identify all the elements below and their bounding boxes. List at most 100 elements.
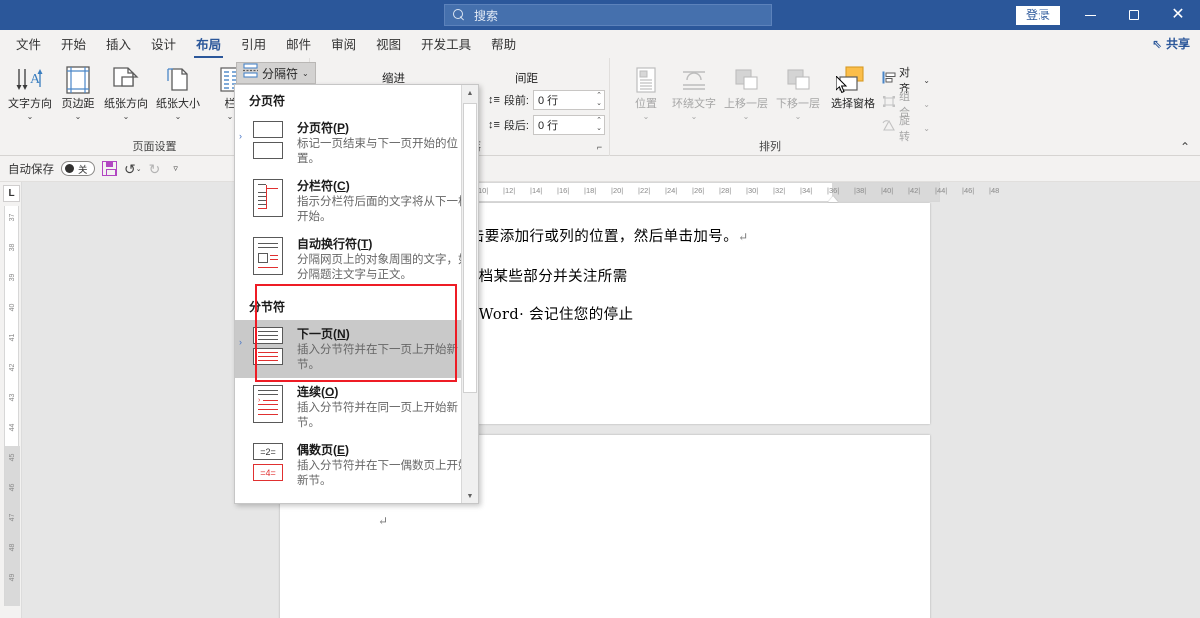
spacing-before-input[interactable]: 0 行 ⌃ ⌄: [532, 90, 605, 110]
chevron-down-icon[interactable]: ⌄: [923, 76, 930, 85]
hover-arrow-icon: ›: [239, 131, 242, 141]
title-bar: 文档2 - Word 搜索 登录 ✕: [0, 0, 1200, 30]
tab-file[interactable]: 文件: [6, 32, 51, 58]
spacing-after-input[interactable]: 0 行 ⌃ ⌄: [532, 115, 605, 135]
save-icon: [102, 161, 117, 176]
breaks-button[interactable]: 分隔符 ⌄: [236, 62, 316, 84]
wrap-text-icon: [678, 62, 710, 98]
menu-item-description: 分隔网页上的对象周围的文字，如分隔题注文字与正文。: [297, 254, 470, 281]
chevron-down-icon[interactable]: ⌄: [302, 69, 309, 78]
vruler-tick: 41: [9, 333, 16, 342]
menu-item-description: 标记一页结束与下一页开始的位置。: [297, 138, 458, 165]
chevron-down-icon[interactable]: ⌄: [136, 165, 142, 173]
tab-home[interactable]: 开始: [51, 32, 96, 58]
chevron-down-icon[interactable]: ⌄: [643, 112, 650, 121]
tab-references[interactable]: 引用: [231, 32, 276, 58]
paragraph-dialog-launcher[interactable]: ⌐: [594, 142, 605, 153]
chevron-down-icon[interactable]: ⌄: [175, 112, 182, 121]
menu-scrollbar-thumb[interactable]: [463, 103, 477, 393]
customize-qat-button[interactable]: ▿: [173, 163, 178, 174]
redo-button[interactable]: ↻: [149, 162, 161, 176]
chevron-down-icon[interactable]: ⌄: [923, 124, 930, 133]
vruler-tick: 48: [9, 543, 16, 552]
spacing-before-stepper[interactable]: ⌃ ⌄: [596, 92, 602, 108]
paper-size-icon: [163, 62, 193, 98]
chevron-down-icon[interactable]: ⌄: [27, 112, 34, 121]
chevron-down-icon[interactable]: ⌄: [743, 112, 750, 121]
space-after-icon: ↕≡: [488, 119, 500, 131]
hruler-tick: |28|: [719, 186, 732, 195]
maximize-button[interactable]: [1112, 0, 1156, 30]
share-button[interactable]: ⇗ 共享: [1152, 35, 1190, 52]
menu-item-text-wrapping-break[interactable]: 自动换行符(T) 分隔网页上的对象周围的文字，如分隔题注文字与正文。: [235, 230, 478, 288]
selection-pane-button[interactable]: 选择窗格: [824, 62, 882, 111]
text-direction-button[interactable]: A 文字方向 ⌄: [4, 62, 56, 121]
scroll-up-arrow[interactable]: ▲: [462, 85, 478, 102]
chevron-down-icon[interactable]: ⌄: [691, 112, 698, 121]
margins-button[interactable]: 页边距 ⌄: [52, 62, 104, 121]
autosave-label: 自动保存: [8, 163, 54, 176]
save-button[interactable]: [102, 161, 117, 176]
menu-item-page-break[interactable]: › 分页符(P) 标记一页结束与下一页开始的位置。: [235, 114, 478, 172]
tab-mailings[interactable]: 邮件: [276, 32, 321, 58]
even-page-section-break-icon: =2= =4=: [249, 441, 287, 483]
orientation-icon: [110, 62, 142, 98]
scroll-down-arrow[interactable]: ▼: [462, 488, 478, 503]
hover-arrow-icon: ›: [239, 337, 242, 347]
menu-item-title: 下一页(N): [297, 327, 350, 341]
tab-insert[interactable]: 插入: [96, 32, 141, 58]
spacing-after-label: 段后:: [503, 120, 529, 132]
menu-item-next-page-section-break[interactable]: › 下一页(N) 插入分节符并在下一页上开始新节。: [235, 320, 478, 378]
spacing-label: 间距: [515, 73, 538, 85]
selection-pane-label: 选择窗格: [831, 98, 875, 110]
menu-item-continuous-section-break[interactable]: › 连续(O) 插入分节符并在同一页上开始新节。: [235, 378, 478, 436]
first-line-indent-marker[interactable]: [828, 196, 838, 202]
menu-item-title: 分栏符(C): [297, 179, 350, 193]
chevron-down-icon[interactable]: ⌄: [227, 112, 234, 121]
paper-size-button[interactable]: 纸张大小 ⌄: [152, 62, 204, 121]
breaks-dropdown-menu[interactable]: 分页符 › 分页符(P) 标记一页结束与下一页开始的位置。 分栏符(C) 指示分…: [234, 84, 479, 504]
autosave-toggle[interactable]: 关: [61, 161, 95, 176]
chevron-down-icon[interactable]: ⌄: [123, 112, 130, 121]
chevron-down-icon[interactable]: ⌄: [923, 100, 930, 109]
menu-item-title: 分页符(P): [297, 121, 350, 135]
menu-scrollbar[interactable]: ▲ ▼: [461, 85, 478, 503]
tab-review[interactable]: 审阅: [321, 32, 366, 58]
mouse-cursor: [835, 74, 848, 94]
chevron-down-icon[interactable]: ⌄: [75, 112, 82, 121]
close-button[interactable]: ✕: [1156, 0, 1200, 30]
chevron-down-icon[interactable]: ⌄: [795, 112, 802, 121]
tab-layout[interactable]: 布局: [186, 32, 231, 58]
minimize-button[interactable]: [1068, 0, 1112, 30]
menu-item-even-page-section-break[interactable]: =2= =4= 偶数页(E) 插入分节符并在下一偶数页上开始新节。: [235, 436, 478, 494]
send-backward-button[interactable]: 下移一层 ⌄: [772, 62, 824, 121]
tab-design[interactable]: 设计: [141, 32, 186, 58]
spacing-after-stepper[interactable]: ⌃ ⌄: [596, 117, 602, 133]
tab-stop-selector[interactable]: L: [3, 185, 20, 202]
hruler-tick: |44|: [935, 186, 948, 195]
vertical-ruler[interactable]: L 37 38 39 40 41 42 43 44 45 46 47 48 49: [0, 182, 22, 618]
ribbon-display-options-button[interactable]: [1024, 0, 1068, 30]
vruler-tick: 43: [9, 393, 16, 402]
collapse-ribbon-button[interactable]: ⌃: [1180, 140, 1190, 154]
tab-view[interactable]: 视图: [366, 32, 411, 58]
align-icon: [882, 71, 896, 89]
undo-button[interactable]: ↺ ⌄: [124, 162, 142, 176]
rotate-icon: [882, 119, 896, 137]
spacing-before-label: 段前:: [503, 95, 529, 107]
orientation-button[interactable]: 纸张方向 ⌄: [100, 62, 152, 121]
rotate-button[interactable]: 旋转 ⌄: [882, 112, 930, 144]
position-button[interactable]: 位置 ⌄: [620, 62, 672, 121]
horizontal-ruler[interactable]: |10| |12| |14| |16| |18| |20| |22| |24| …: [460, 182, 999, 202]
bring-forward-button[interactable]: 上移一层 ⌄: [720, 62, 772, 121]
text-direction-icon: A: [14, 62, 46, 98]
tab-help[interactable]: 帮助: [481, 32, 526, 58]
tab-developer[interactable]: 开发工具: [411, 32, 481, 58]
vertical-ruler-strip: 37 38 39 40 41 42 43 44 45 46 47 48 49: [4, 206, 20, 606]
breaks-icon: [243, 63, 258, 83]
vruler-tick: 37: [9, 213, 16, 222]
wrap-text-button[interactable]: 环绕文字 ⌄: [668, 62, 720, 121]
search-box[interactable]: 搜索: [444, 4, 772, 26]
menu-item-column-break[interactable]: 分栏符(C) 指示分栏符后面的文字将从下一栏开始。: [235, 172, 478, 230]
text-direction-label: 文字方向: [8, 98, 52, 110]
